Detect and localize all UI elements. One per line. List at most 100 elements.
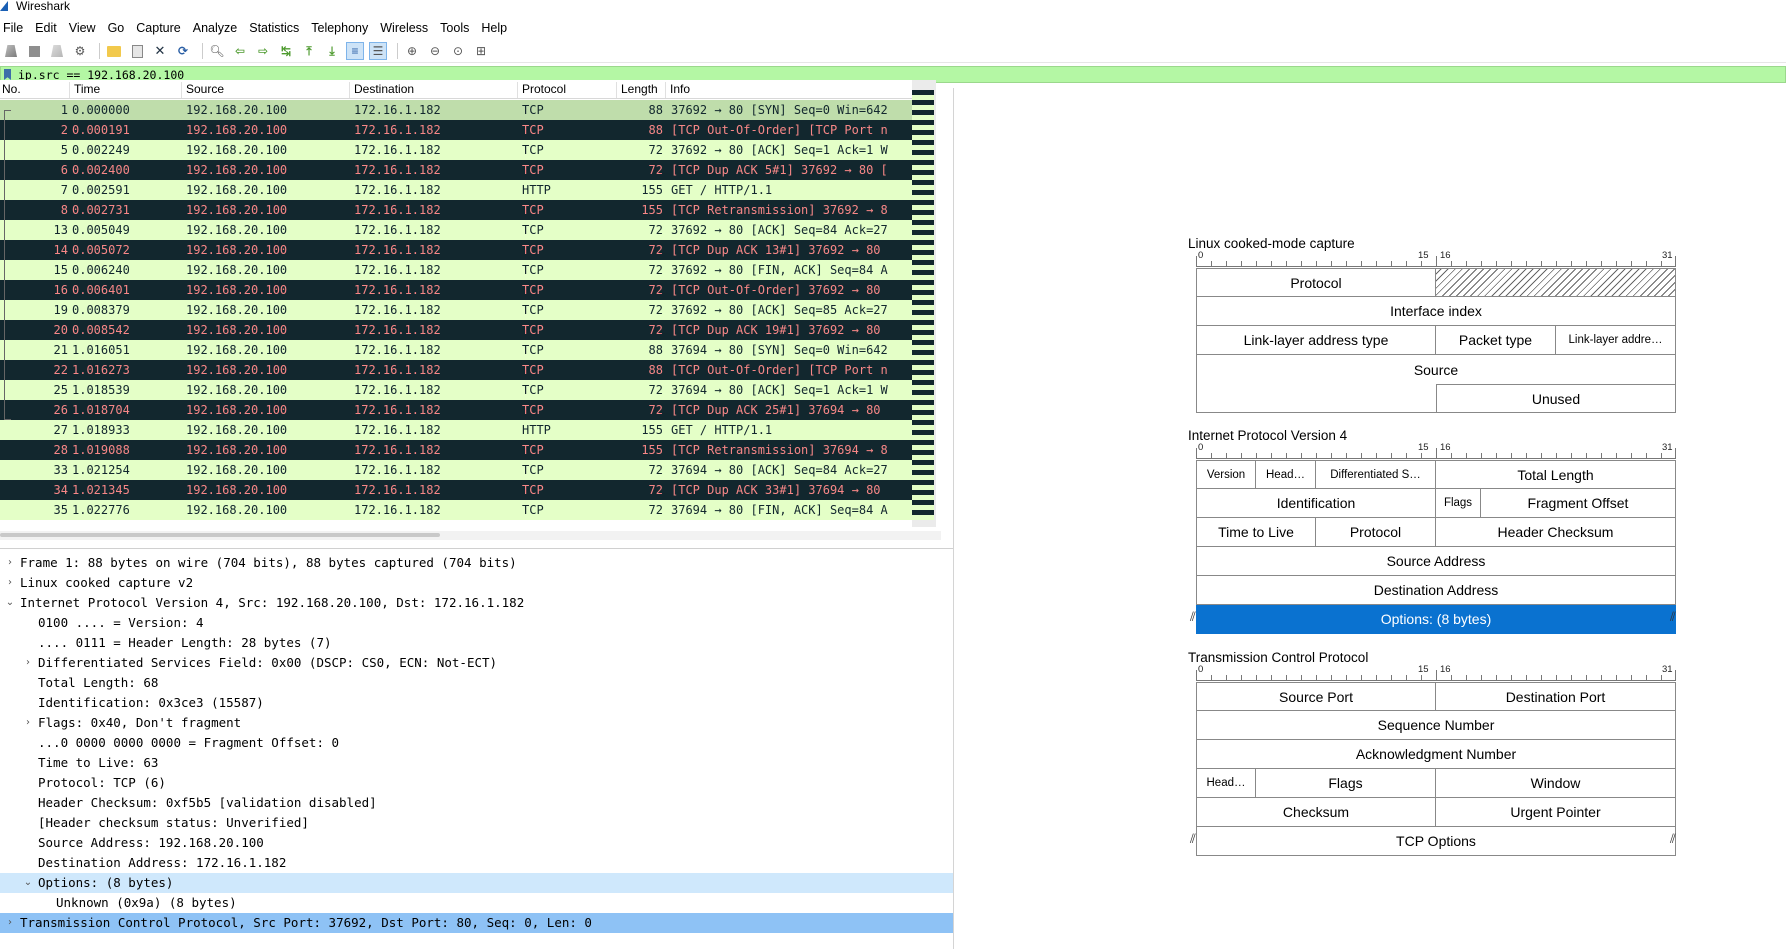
detail-tree-item[interactable]: › Transmission Control Protocol, Src Port…: [0, 913, 953, 933]
field-source[interactable]: Source: [1196, 355, 1676, 384]
detail-tree-item[interactable]: Identification: 0x3ce3 (15587): [0, 693, 953, 713]
detail-tree-item[interactable]: › Linux cooked capture v2: [0, 573, 953, 593]
field-protocol[interactable]: Protocol: [1196, 268, 1436, 297]
expand-arrow-icon[interactable]: ›: [22, 653, 34, 673]
packet-row[interactable]: 26 1.018704 192.168.20.100 172.16.1.182 TCP 7…: [0, 400, 912, 420]
field-sequence-number[interactable]: Sequence Number: [1196, 711, 1676, 740]
bookmark-icon[interactable]: [4, 69, 11, 80]
field-header-length[interactable]: Head…: [1256, 460, 1316, 489]
capture-options-icon[interactable]: ⚙: [71, 42, 89, 60]
reload-file-icon[interactable]: ⟳: [174, 42, 192, 60]
detail-tree-item[interactable]: › Flags: 0x40, Don't fragment: [0, 713, 953, 733]
detail-tree-item[interactable]: Protocol: TCP (6): [0, 773, 953, 793]
column-length[interactable]: Length: [619, 82, 666, 98]
column-source[interactable]: Source: [184, 82, 350, 98]
field-flags[interactable]: Flags: [1436, 489, 1481, 518]
menu-capture[interactable]: Capture: [130, 21, 186, 35]
field-source-cont[interactable]: [1196, 384, 1436, 413]
packet-row[interactable]: 27 1.018933 192.168.20.100 172.16.1.182 HTTP…: [0, 420, 912, 440]
resize-columns-icon[interactable]: ⊞: [472, 42, 490, 60]
field-packet-type[interactable]: Packet type: [1436, 326, 1556, 355]
start-capture-icon[interactable]: [2, 42, 20, 60]
detail-tree-item[interactable]: Source Address: 192.168.20.100: [0, 833, 953, 853]
field-unused[interactable]: Unused: [1436, 384, 1676, 413]
field-interface-index[interactable]: Interface index: [1196, 297, 1676, 326]
collapse-arrow-icon[interactable]: ⌄: [4, 593, 16, 613]
field-dsfield[interactable]: Differentiated S…: [1316, 460, 1436, 489]
packet-row[interactable]: 33 1.021254 192.168.20.100 172.16.1.182 TCP 7…: [0, 460, 912, 480]
field-urgent-pointer[interactable]: Urgent Pointer: [1436, 798, 1676, 827]
field-version[interactable]: Version: [1196, 460, 1256, 489]
menu-help[interactable]: Help: [475, 21, 513, 35]
close-file-icon[interactable]: ✕: [151, 42, 169, 60]
column-no[interactable]: No.: [0, 82, 70, 98]
packet-row[interactable]: 21 1.016051 192.168.20.100 172.16.1.182 TCP 8…: [0, 340, 912, 360]
packet-row[interactable]: 2 0.000191 192.168.20.100 172.16.1.182 TCP 88…: [0, 120, 912, 140]
field-checksum[interactable]: Checksum: [1196, 798, 1436, 827]
packet-row[interactable]: 15 0.006240 192.168.20.100 172.16.1.182 TCP 7…: [0, 260, 912, 280]
column-protocol[interactable]: Protocol: [520, 82, 617, 98]
open-file-icon[interactable]: [105, 42, 123, 60]
scroll-thumb[interactable]: [0, 533, 440, 537]
zoom-in-icon[interactable]: ⊕: [403, 42, 421, 60]
pane-splitter[interactable]: [953, 88, 954, 949]
packet-row[interactable]: 20 0.008542 192.168.20.100 172.16.1.182 TCP 7…: [0, 320, 912, 340]
restart-capture-icon[interactable]: [48, 42, 66, 60]
packet-list-horizontal-scrollbar[interactable]: [0, 531, 941, 540]
field-ack-number[interactable]: Acknowledgment Number: [1196, 740, 1676, 769]
column-info[interactable]: Info: [668, 82, 912, 98]
field-total-length[interactable]: Total Length: [1436, 460, 1676, 489]
menu-edit[interactable]: Edit: [29, 21, 63, 35]
expand-arrow-icon[interactable]: ›: [4, 573, 16, 593]
field-flags[interactable]: Flags: [1256, 769, 1436, 798]
field-fragment-offset[interactable]: Fragment Offset: [1481, 489, 1676, 518]
expand-arrow-icon[interactable]: ›: [22, 713, 34, 733]
stop-capture-icon[interactable]: [25, 42, 43, 60]
detail-tree-item[interactable]: ⌄ Internet Protocol Version 4, Src: 192.1…: [0, 593, 953, 613]
packet-row[interactable]: 1 0.000000 192.168.20.100 172.16.1.182 TCP 88…: [0, 100, 912, 120]
collapse-arrow-icon[interactable]: ⌄: [22, 873, 34, 893]
packet-row[interactable]: 13 0.005049 192.168.20.100 172.16.1.182 TCP 7…: [0, 220, 912, 240]
field-options-selected[interactable]: Options: (8 bytes): [1196, 605, 1676, 634]
first-packet-icon[interactable]: ⤒: [300, 42, 318, 60]
packet-row[interactable]: 19 0.008379 192.168.20.100 172.16.1.182 TCP 7…: [0, 300, 912, 320]
go-forward-icon[interactable]: ⇨: [254, 42, 272, 60]
packet-row[interactable]: 7 0.002591 192.168.20.100 172.16.1.182 HTTP 1…: [0, 180, 912, 200]
menu-telephony[interactable]: Telephony: [305, 21, 374, 35]
detail-tree-item[interactable]: ⌄ Options: (8 bytes): [0, 873, 953, 893]
save-file-icon[interactable]: [128, 42, 146, 60]
detail-tree-item[interactable]: .... 0111 = Header Length: 28 bytes (7): [0, 633, 953, 653]
field-tcp-options[interactable]: TCP Options: [1196, 827, 1676, 856]
packet-row[interactable]: 16 0.006401 192.168.20.100 172.16.1.182 TCP 7…: [0, 280, 912, 300]
last-packet-icon[interactable]: ⤓: [323, 42, 341, 60]
packet-list-minimap[interactable]: [912, 90, 934, 520]
detail-tree-item[interactable]: Total Length: 68: [0, 673, 953, 693]
field-source-port[interactable]: Source Port: [1196, 682, 1436, 711]
field-ll-addr-len[interactable]: Link-layer addre…: [1556, 326, 1676, 355]
packet-row[interactable]: 34 1.021345 192.168.20.100 172.16.1.182 TCP 7…: [0, 480, 912, 500]
field-header-length[interactable]: Head…: [1196, 769, 1256, 798]
go-back-icon[interactable]: ⇦: [231, 42, 249, 60]
detail-tree-item[interactable]: Destination Address: 172.16.1.182: [0, 853, 953, 873]
packet-details[interactable]: › Frame 1: 88 bytes on wire (704 bits), 8…: [0, 548, 953, 949]
packet-row[interactable]: 22 1.016273 192.168.20.100 172.16.1.182 TCP 8…: [0, 360, 912, 380]
packet-diagram[interactable]: Linux cooked-mode capture 0 15 16 31 Protoc…: [960, 88, 1786, 949]
menu-file[interactable]: File: [0, 21, 29, 35]
detail-tree-item[interactable]: Unknown (0x9a) (8 bytes): [0, 893, 953, 913]
field-protocol[interactable]: Protocol: [1316, 518, 1436, 547]
detail-tree-item[interactable]: ...0 0000 0000 0000 = Fragment Offset: 0: [0, 733, 953, 753]
menu-analyze[interactable]: Analyze: [187, 21, 243, 35]
menu-tools[interactable]: Tools: [434, 21, 475, 35]
column-time[interactable]: Time: [72, 82, 182, 98]
detail-tree-item[interactable]: › Frame 1: 88 bytes on wire (704 bits), 8…: [0, 553, 953, 573]
menu-go[interactable]: Go: [102, 21, 131, 35]
go-to-packet-icon[interactable]: ↹: [277, 42, 295, 60]
packet-row[interactable]: 8 0.002731 192.168.20.100 172.16.1.182 TCP 15…: [0, 200, 912, 220]
colorize-icon[interactable]: ☰: [369, 42, 387, 60]
detail-tree-item[interactable]: 0100 .... = Version: 4: [0, 613, 953, 633]
menu-view[interactable]: View: [63, 21, 102, 35]
field-ll-addr-type[interactable]: Link-layer address type: [1196, 326, 1436, 355]
field-destination-port[interactable]: Destination Port: [1436, 682, 1676, 711]
packet-row[interactable]: 35 1.022776 192.168.20.100 172.16.1.182 TCP 7…: [0, 500, 912, 520]
expand-arrow-icon[interactable]: ›: [4, 913, 16, 933]
